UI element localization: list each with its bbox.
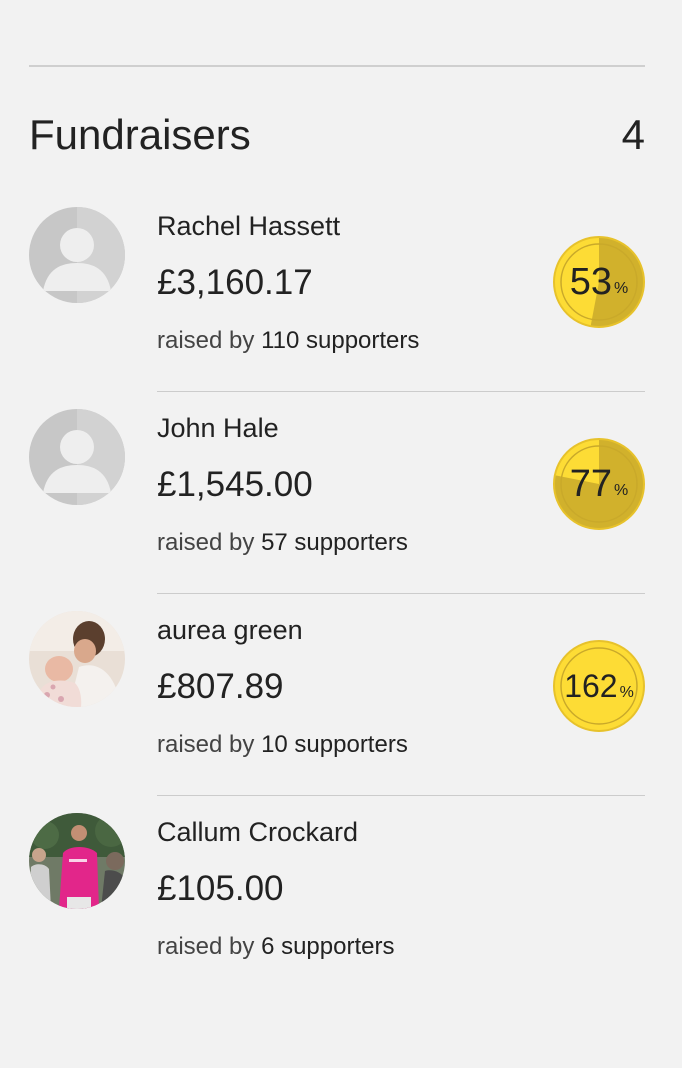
amount-raised: £105.00: [157, 869, 284, 908]
progress-badge: 162 %: [553, 640, 645, 732]
photo-avatar[interactable]: [29, 611, 125, 707]
progress-value: 162: [564, 668, 618, 704]
fundraiser-name[interactable]: aurea green: [157, 613, 303, 647]
fundraiser-count: 4: [621, 111, 645, 158]
fundraiser-name[interactable]: Rachel Hassett: [157, 209, 340, 243]
progress-badge: 77 %: [553, 438, 645, 530]
fundraiser-row[interactable]: Callum Crockard £105.00 raised by 6 supp…: [29, 796, 645, 998]
fundraiser-list: Rachel Hassett £3,160.17 raised by 110 s…: [29, 190, 645, 998]
supporters-text: raised by 6 supporters: [157, 930, 394, 964]
supporter-count: 110 supporters: [261, 327, 420, 354]
progress-percent: 77 %: [553, 438, 645, 530]
raised-by-label: raised by: [157, 731, 255, 758]
photo-avatar[interactable]: [29, 813, 125, 909]
amount-raised: £3,160.17: [157, 263, 313, 302]
section-title: Fundraisers: [29, 111, 251, 158]
supporter-count: 10 supporters: [261, 731, 408, 758]
progress-percent: 53 %: [553, 236, 645, 328]
progress-percent: 162 %: [553, 640, 645, 732]
supporters-text: raised by 57 supporters: [157, 526, 408, 560]
raised-by-label: raised by: [157, 529, 255, 556]
fundraiser-row[interactable]: Rachel Hassett £3,160.17 raised by 110 s…: [29, 190, 645, 392]
supporter-count: 6 supporters: [261, 933, 395, 960]
placeholder-avatar-icon[interactable]: [29, 409, 125, 505]
fundraiser-row[interactable]: John Hale £1,545.00 raised by 57 support…: [29, 392, 645, 594]
progress-value: 53: [569, 261, 613, 303]
top-divider: [29, 65, 645, 67]
supporter-count: 57 supporters: [261, 529, 408, 556]
progress-value: 77: [569, 463, 613, 505]
percent-sign: %: [614, 482, 629, 499]
raised-by-label: raised by: [157, 327, 255, 354]
fundraisers-header: Fundraisers 4: [29, 108, 645, 162]
percent-sign: %: [614, 280, 629, 297]
fundraiser-row[interactable]: aurea green £807.89 raised by 10 support…: [29, 594, 645, 796]
supporters-text: raised by 110 supporters: [157, 324, 419, 358]
raised-by-label: raised by: [157, 933, 255, 960]
percent-sign: %: [619, 684, 634, 701]
placeholder-avatar-icon[interactable]: [29, 207, 125, 303]
amount-raised: £807.89: [157, 667, 284, 706]
supporters-text: raised by 10 supporters: [157, 728, 408, 762]
fundraiser-name[interactable]: John Hale: [157, 411, 279, 445]
progress-badge: 53 %: [553, 236, 645, 328]
fundraiser-name[interactable]: Callum Crockard: [157, 815, 358, 849]
amount-raised: £1,545.00: [157, 465, 313, 504]
